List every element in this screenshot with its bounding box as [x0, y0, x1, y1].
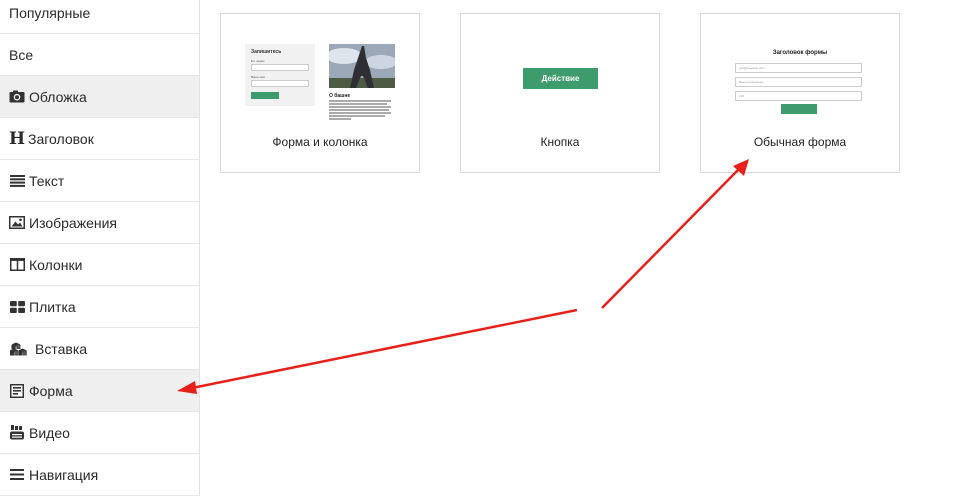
hamburger-icon [9, 468, 25, 482]
sidebar-item-cover[interactable]: Обложка [0, 76, 199, 118]
preview-field-label: Ел. адрес [251, 59, 265, 63]
sidebar-item-label: Видео [29, 424, 70, 441]
card-title: Кнопка [540, 135, 580, 149]
camera-icon [9, 90, 25, 104]
sidebar-item-heading[interactable]: H Заголовок [0, 118, 199, 160]
preview-input [251, 64, 309, 71]
sidebar-item-label: Форма [29, 382, 73, 399]
image-icon [9, 216, 25, 230]
sidebar-item-label: Плитка [29, 298, 76, 315]
heading-icon: H [9, 128, 26, 149]
text-line [329, 112, 391, 114]
preview-submit-button [781, 104, 817, 114]
sidebar-item-text[interactable]: Текст [0, 160, 199, 202]
card-title: Обычная форма [753, 135, 847, 149]
text-line [329, 118, 351, 120]
block-category-sidebar: Популярные Все Обложка H Заголовок Текст… [0, 0, 200, 496]
sidebar-item-columns[interactable]: Колонки [0, 244, 199, 286]
sidebar-item-all[interactable]: Все [0, 34, 199, 76]
sidebar-item-label: Популярные [9, 4, 91, 21]
sidebar-item-navigation[interactable]: Навигация [0, 454, 199, 496]
preview-input: you@example.com [735, 63, 862, 73]
text-line [329, 106, 391, 108]
sidebar-item-images[interactable]: Изображения [0, 202, 199, 244]
preview-text-heading: О башне [329, 93, 351, 99]
text-line [329, 109, 389, 111]
columns-icon [9, 258, 25, 272]
sidebar-item-label: Изображения [29, 214, 117, 231]
preview-form-heading: Заголовок формы [772, 50, 828, 56]
sidebar-item-label: Все [9, 46, 34, 63]
sidebar-item-form[interactable]: Форма [0, 370, 199, 412]
sidebar-item-label: Заголовок [28, 130, 94, 147]
preview-eiffel-tower-image [329, 44, 395, 88]
arrow-to-form-category [191, 308, 578, 390]
text-line [329, 100, 391, 102]
cubes-icon [9, 342, 29, 356]
preview-form-heading: Запишитесь [251, 49, 282, 55]
preview-form: Запишитесь Ел. адрес Ваше имя [245, 44, 315, 106]
block-card-simple-form[interactable]: Заголовок формы you@example.com Ваше соо… [700, 13, 900, 173]
sidebar-item-popular[interactable]: Популярные [0, 0, 199, 34]
text-lines-icon [9, 174, 25, 188]
text-line [329, 103, 387, 105]
youtube-icon [9, 425, 25, 440]
sidebar-item-label: Обложка [29, 88, 87, 105]
text-line [329, 115, 385, 117]
sidebar-item-video[interactable]: Видео [0, 412, 199, 454]
sidebar-item-tiles[interactable]: Плитка [0, 286, 199, 328]
sidebar-item-label: Колонки [29, 256, 83, 273]
sidebar-item-label: Вставка [35, 340, 88, 357]
form-icon [9, 383, 25, 398]
preview-field-label: Ваше имя [251, 75, 265, 79]
block-card-button[interactable]: Действие Кнопка [460, 13, 660, 173]
preview-action-button: Действие [523, 68, 598, 89]
block-card-form-and-column[interactable]: Запишитесь Ел. адрес Ваше имя О башне Фо… [220, 13, 420, 173]
tiles-icon [9, 300, 25, 314]
preview-submit-button [251, 92, 279, 99]
preview-input: Ваше сообщение [735, 77, 862, 87]
arrow-to-simple-form-card [601, 169, 739, 309]
sidebar-item-label: Навигация [29, 466, 99, 483]
preview-input: 123 [735, 91, 862, 101]
preview-input [251, 80, 309, 87]
sidebar-item-label: Текст [29, 172, 65, 189]
card-title: Форма и колонка [272, 135, 368, 149]
sidebar-item-embed[interactable]: Вставка [0, 328, 199, 370]
